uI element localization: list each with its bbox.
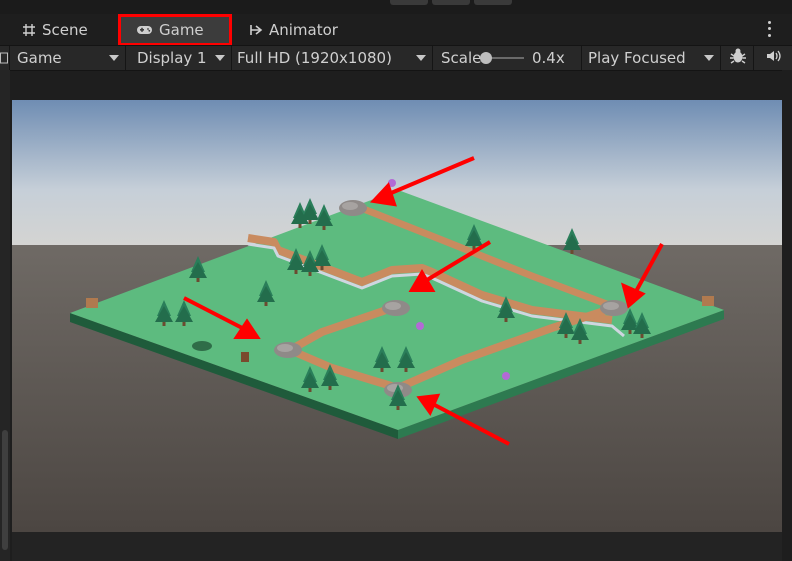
- scale-slider-knob[interactable]: [480, 52, 492, 64]
- game-scene: [12, 100, 782, 532]
- display-dropdown[interactable]: Display 1: [128, 46, 232, 70]
- crate: [702, 296, 714, 306]
- scale-value: 0.4x: [532, 49, 565, 67]
- view-label: Game: [17, 49, 62, 67]
- play-mode-label: Play Focused: [588, 49, 686, 67]
- tab-label: Animator: [269, 21, 338, 39]
- animator-icon: [249, 23, 263, 37]
- audio-button[interactable]: [755, 46, 792, 70]
- chevron-down-icon: [704, 55, 714, 61]
- scrollbar-thumb[interactable]: [2, 430, 8, 550]
- tab-bar: Scene Game Animator: [0, 14, 792, 46]
- toolbar-nub[interactable]: [474, 0, 512, 5]
- more-options-icon[interactable]: [766, 19, 772, 39]
- right-gutter: [782, 70, 792, 561]
- tab-label: Scene: [42, 21, 88, 39]
- gamepad-icon: [136, 24, 153, 36]
- toolbar-nub[interactable]: [432, 0, 470, 5]
- play-mode-dropdown[interactable]: Play Focused: [583, 46, 721, 70]
- scale-label: Scale: [441, 49, 482, 67]
- resolution-label: Full HD (1920x1080): [237, 49, 392, 67]
- signpost: [241, 352, 249, 362]
- tab-game[interactable]: Game: [121, 16, 229, 44]
- chevron-down-icon: [215, 55, 225, 61]
- debug-button[interactable]: [722, 46, 754, 70]
- panel-icon[interactable]: [0, 46, 10, 70]
- tab-label: Game: [159, 21, 204, 39]
- left-scrollbar[interactable]: [0, 70, 10, 561]
- top-strip: [0, 0, 792, 14]
- chevron-down-icon: [109, 55, 119, 61]
- scale-control[interactable]: Scale 0.4x: [434, 46, 582, 70]
- bush: [192, 341, 212, 351]
- game-view[interactable]: [12, 100, 782, 532]
- game-toolbar: Game Display 1 Full HD (1920x1080) Scale…: [0, 45, 792, 71]
- grid-icon: [22, 23, 36, 37]
- resolution-dropdown[interactable]: Full HD (1920x1080): [232, 46, 433, 70]
- bottom-strip: [12, 532, 782, 561]
- flowers: [416, 322, 424, 330]
- flowers: [502, 372, 510, 380]
- bug-icon: [729, 47, 747, 69]
- display-label: Display 1: [137, 49, 207, 67]
- tab-animator[interactable]: Animator: [249, 16, 349, 44]
- speaker-icon: [766, 49, 782, 67]
- tab-scene[interactable]: Scene: [22, 16, 112, 44]
- toolbar-nub[interactable]: [390, 0, 428, 5]
- view-dropdown[interactable]: Game: [12, 46, 126, 70]
- chevron-down-icon: [416, 55, 426, 61]
- crate: [86, 298, 98, 308]
